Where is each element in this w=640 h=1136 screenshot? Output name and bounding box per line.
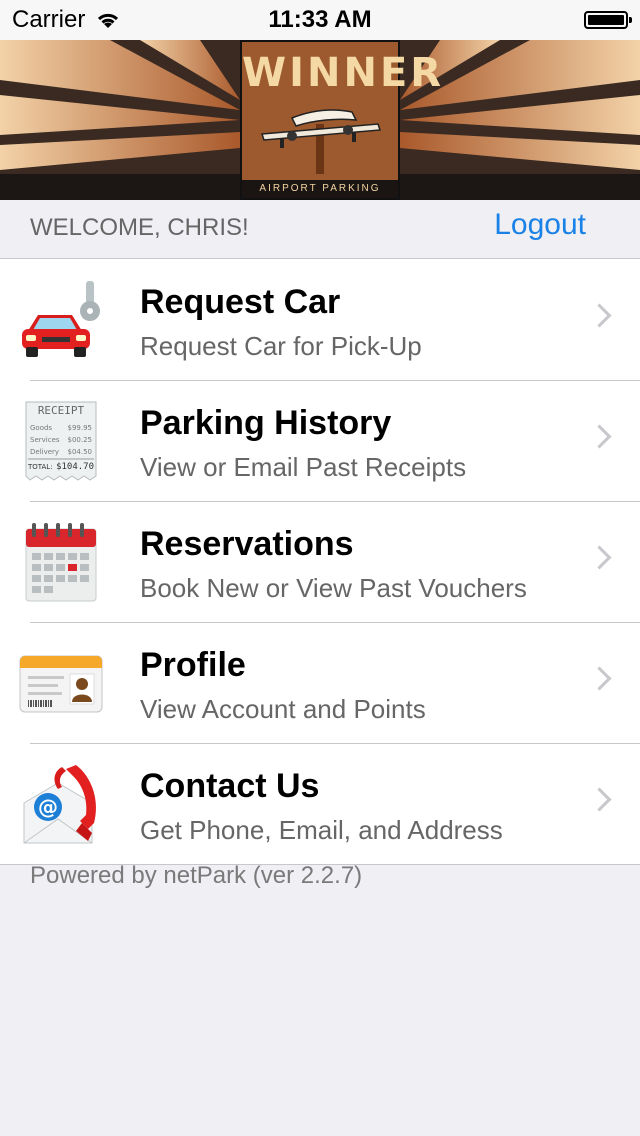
receipt-line-label: Goods bbox=[30, 424, 52, 432]
receipt-line-label: Delivery bbox=[30, 448, 59, 456]
status-time: 11:33 AM bbox=[268, 6, 372, 33]
menu-item-title: Reservations bbox=[140, 525, 354, 563]
battery-icon bbox=[584, 11, 632, 29]
receipt-line-value: $99.95 bbox=[68, 424, 93, 432]
winner-logo: WINNER AIRPORT PARKING bbox=[240, 40, 445, 200]
airplane-icon bbox=[260, 109, 382, 174]
receipt-total-label: TOTAL: bbox=[27, 463, 53, 471]
menu-item-contact-us[interactable]: @ Contact Us Get Phone, Email, and Addre… bbox=[0, 743, 640, 864]
logo-title: WINNER bbox=[242, 50, 445, 96]
receipt-line-value: $04.50 bbox=[68, 448, 93, 456]
status-bar: Carrier 11:33 AM bbox=[0, 0, 640, 40]
calendar-icon bbox=[25, 523, 97, 602]
chevron-right-icon bbox=[587, 666, 612, 691]
receipt-total-value: $104.70 bbox=[56, 462, 94, 472]
menu-item-subtitle: View Account and Points bbox=[140, 694, 426, 724]
chevron-right-icon bbox=[587, 424, 612, 449]
contact-icon: @ bbox=[23, 765, 96, 844]
welcome-bar: WELCOME, CHRIS! Logout bbox=[0, 200, 640, 259]
menu-item-profile[interactable]: Profile View Account and Points bbox=[0, 622, 640, 743]
menu-item-subtitle: Request Car for Pick-Up bbox=[140, 331, 422, 361]
menu-item-title: Request Car bbox=[140, 283, 341, 321]
receipt-line-label: Services bbox=[30, 436, 60, 444]
header-banner: WINNER AIRPORT PARKING bbox=[0, 40, 640, 200]
menu-item-request-car[interactable]: Request Car Request Car for Pick-Up bbox=[0, 259, 640, 380]
menu-item-subtitle: Book New or View Past Vouchers bbox=[140, 573, 527, 603]
chevron-right-icon bbox=[587, 545, 612, 570]
welcome-text: WELCOME, CHRIS! bbox=[30, 214, 249, 241]
powered-by-footer: Powered by netPark (ver 2.2.7) bbox=[30, 862, 363, 889]
menu-item-title: Parking History bbox=[140, 404, 392, 442]
chevron-right-icon bbox=[587, 787, 612, 812]
main-menu-list: Request Car Request Car for Pick-Up RECE… bbox=[0, 259, 640, 865]
chevron-right-icon bbox=[587, 303, 612, 328]
menu-item-parking-history[interactable]: RECEIPT Goods $99.95 Services $00.25 Del… bbox=[0, 380, 640, 501]
svg-text:@: @ bbox=[38, 795, 58, 819]
receipt-icon: RECEIPT Goods $99.95 Services $00.25 Del… bbox=[25, 401, 97, 481]
menu-item-subtitle: View or Email Past Receipts bbox=[140, 452, 467, 482]
menu-item-subtitle: Get Phone, Email, and Address bbox=[140, 815, 503, 845]
receipt-header: RECEIPT bbox=[38, 404, 85, 417]
menu-item-reservations[interactable]: Reservations Book New or View Past Vouch… bbox=[0, 501, 640, 622]
menu-item-title: Contact Us bbox=[140, 767, 320, 805]
car-key-icon bbox=[22, 281, 100, 357]
logo-subtitle: AIRPORT PARKING bbox=[242, 180, 398, 198]
id-card-icon bbox=[19, 655, 103, 713]
receipt-line-value: $00.25 bbox=[68, 436, 93, 444]
logout-button[interactable]: Logout bbox=[494, 208, 586, 242]
menu-item-title: Profile bbox=[140, 646, 246, 684]
